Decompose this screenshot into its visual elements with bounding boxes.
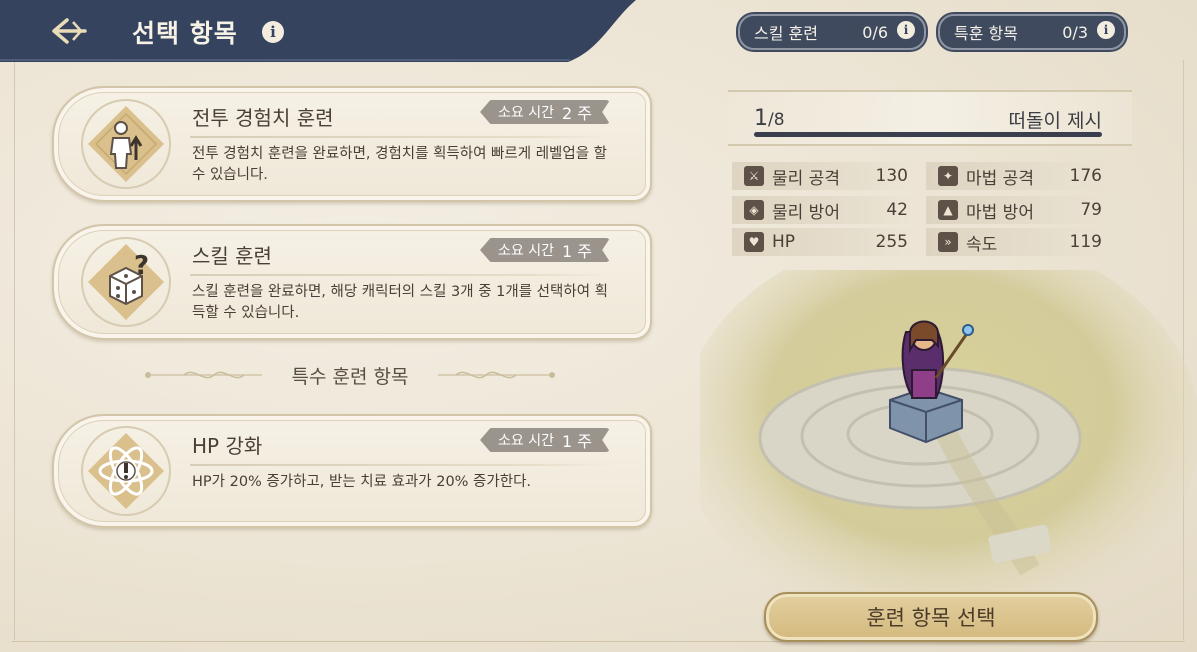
card-description: HP가 20% 증가하고, 받는 치료 효과가 20% 증가한다. (192, 474, 532, 490)
stat-value: 176 (1069, 166, 1102, 186)
time-value: 2 주 (561, 104, 592, 123)
info-icon[interactable]: i (262, 21, 284, 43)
stat-label: 속도 (966, 234, 998, 255)
stat-label: 물리 공격 (772, 168, 840, 189)
character-total: /8 (768, 110, 785, 130)
stat-label: 물리 방어 (772, 202, 840, 223)
stat-value: 42 (886, 200, 908, 220)
character-selector[interactable]: 1/8 떠돌이 제시 (728, 90, 1132, 146)
character-index: 1/8 (754, 106, 785, 131)
training-card-hp[interactable]: HP 강화 소요 시간 1 주 HP가 20% 증가하고, 받는 치료 효과가 … (52, 414, 652, 528)
card-title: 스킬 훈련 (192, 244, 272, 268)
dice-question-icon: ? (81, 237, 171, 327)
select-training-button[interactable]: 훈련 항목 선택 (764, 592, 1098, 642)
time-value: 1 주 (561, 242, 592, 261)
character-progress-bar (754, 132, 1102, 137)
card-divider (190, 464, 610, 466)
section-title: 특수 훈련 항목 (291, 366, 409, 388)
atom-exclamation-icon (81, 426, 171, 516)
time-label: 소요 시간 (498, 105, 554, 121)
stat-value: 119 (1069, 232, 1102, 252)
experience-icon (81, 99, 171, 189)
time-badge: 소요 시간 1 주 (480, 238, 610, 262)
counter-label: 스킬 훈련 (754, 24, 818, 43)
page-title: 선택 항목 (132, 19, 238, 48)
character-count: 1 (754, 106, 768, 131)
card-description: 전투 경험치 훈련을 완료하면, 경험치를 획득하여 빠르게 레벨업을 할 수 … (192, 146, 607, 183)
card-title: HP 강화 (192, 434, 263, 458)
wizard-hat-icon: ▲ (938, 200, 958, 220)
counter-value: 0/3 (1062, 22, 1088, 42)
character-name: 떠돌이 제시 (1008, 110, 1102, 132)
stat-physical-defense: ◈ 물리 방어 42 (732, 196, 922, 224)
stat-physical-attack: ⚔ 물리 공격 130 (732, 162, 922, 190)
time-badge: 소요 시간 1 주 (480, 428, 610, 452)
card-divider (190, 136, 610, 138)
back-button[interactable] (46, 10, 94, 52)
counter-label: 특훈 항목 (954, 24, 1018, 43)
header-background (0, 0, 636, 62)
time-label: 소요 시간 (498, 433, 554, 449)
special-training-counter: 특훈 항목 0/3 i (938, 14, 1126, 50)
training-card-combat-exp[interactable]: 전투 경험치 훈련 소요 시간 2 주 전투 경험치 훈련을 완료하면, 경험치… (52, 86, 652, 202)
stat-label: 마법 공격 (966, 168, 1034, 189)
time-label: 소요 시간 (498, 243, 554, 259)
wand-icon: ✦ (938, 166, 958, 186)
stat-label: 마법 방어 (966, 202, 1034, 223)
heart-icon: ♥ (744, 232, 764, 252)
info-icon[interactable]: i (1097, 21, 1115, 39)
boot-icon: » (938, 232, 958, 252)
training-card-skill[interactable]: ? 스킬 훈련 소요 시간 1 주 스킬 훈련을 완료하면, 해당 캐릭터의 스… (52, 224, 652, 340)
card-description: 스킬 훈련을 완료하면, 해당 캐릭터의 스킬 3개 중 1개를 선택하여 획득… (192, 284, 608, 321)
time-value: 1 주 (561, 432, 592, 451)
back-arrow-icon (52, 18, 87, 44)
skill-training-counter: 스킬 훈련 0/6 i (738, 14, 926, 50)
sword-icon: ⚔ (744, 166, 764, 186)
stat-value: 79 (1080, 200, 1102, 220)
stat-magic-defense: ▲ 마법 방어 79 (926, 196, 1116, 224)
stat-value: 255 (875, 232, 908, 252)
stat-value: 130 (875, 166, 908, 186)
stat-speed: » 속도 119 (926, 228, 1116, 256)
shield-icon: ◈ (744, 200, 764, 220)
svg-text:?: ? (134, 251, 149, 281)
stat-hp: ♥ HP 255 (732, 228, 922, 256)
time-badge: 소요 시간 2 주 (480, 100, 610, 124)
ornament-right (438, 371, 555, 379)
stat-label: HP (772, 232, 796, 252)
card-title: 전투 경험치 훈련 (192, 106, 334, 130)
info-icon[interactable]: i (897, 21, 915, 39)
card-divider (190, 274, 610, 276)
frame-left (14, 60, 15, 640)
header: 선택 항목 i (0, 0, 640, 62)
stat-magic-attack: ✦ 마법 공격 176 (926, 162, 1116, 190)
counter-value: 0/6 (862, 22, 888, 42)
